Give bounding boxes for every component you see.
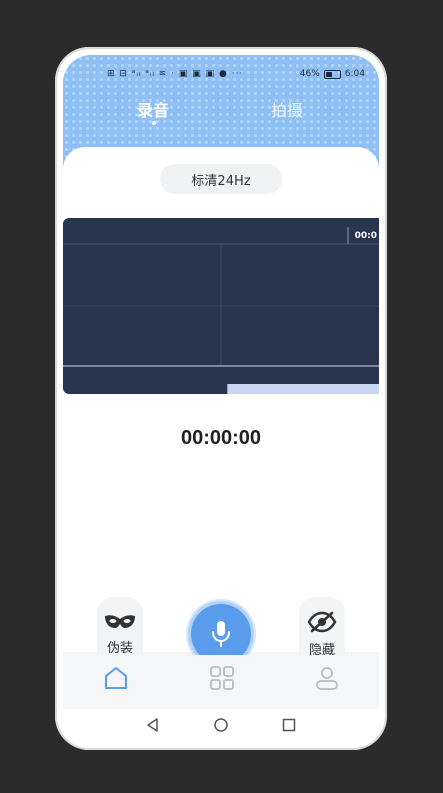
tab-indicator <box>152 121 156 125</box>
disguise-label: 伪装 <box>106 640 133 656</box>
home-icon <box>105 667 127 689</box>
apps-icon <box>210 666 234 690</box>
mask-icon <box>105 614 135 628</box>
battery-percent: 46% <box>299 69 320 79</box>
progress-bar <box>227 384 379 394</box>
battery-icon <box>323 69 341 79</box>
tab-photo[interactable]: 拍摄 <box>271 97 303 121</box>
quality-selector[interactable]: 标清24Hz <box>160 164 282 194</box>
user-icon <box>316 667 338 690</box>
recording-timer: 00:00:00 <box>180 427 262 449</box>
screen: ⊞ ⊟ ᵃᵢₗ ᵃᵢₗ ≋ · ▣ ▣ ▣ ● ··· 46% 6:04 录音 … <box>63 55 379 743</box>
eye-off-icon <box>307 611 337 632</box>
system-back[interactable] <box>145 717 161 733</box>
status-bar: ⊞ ⊟ ᵃᵢₗ ᵃᵢₗ ≋ · ▣ ▣ ▣ ● ··· 46% 6:04 <box>63 67 379 83</box>
recent-square-icon <box>282 718 296 732</box>
system-home[interactable] <box>213 717 229 733</box>
microphone-icon <box>212 621 230 647</box>
bottom-nav <box>63 655 379 705</box>
nav-user[interactable] <box>314 665 340 691</box>
quality-label: 标清24Hz <box>191 173 251 189</box>
wave-time-label: 00:0 <box>354 231 377 241</box>
status-time: 6:04 <box>344 69 365 79</box>
waveform-panel: 00:0 <box>63 218 379 394</box>
system-nav <box>63 709 379 743</box>
home-circle-icon <box>214 718 228 732</box>
back-triangle-icon <box>147 718 158 732</box>
recorder-card: 标清24Hz 00:0 00:00:00 伪装 隐藏 <box>63 147 379 671</box>
system-recent[interactable] <box>281 717 297 733</box>
phone-frame: ⊞ ⊟ ᵃᵢₗ ᵃᵢₗ ≋ · ▣ ▣ ▣ ● ··· 46% 6:04 录音 … <box>55 47 387 750</box>
status-icons: ⊞ ⊟ ᵃᵢₗ ᵃᵢₗ ≋ · ▣ ▣ ▣ ● ··· <box>107 69 244 79</box>
status-right: 46% 6:04 <box>300 69 365 79</box>
tab-record[interactable]: 录音 <box>137 97 169 121</box>
waveform-grid <box>63 227 379 394</box>
mode-tabs: 录音 拍摄 <box>63 97 379 127</box>
nav-apps[interactable] <box>209 665 235 691</box>
nav-home[interactable] <box>103 665 129 691</box>
